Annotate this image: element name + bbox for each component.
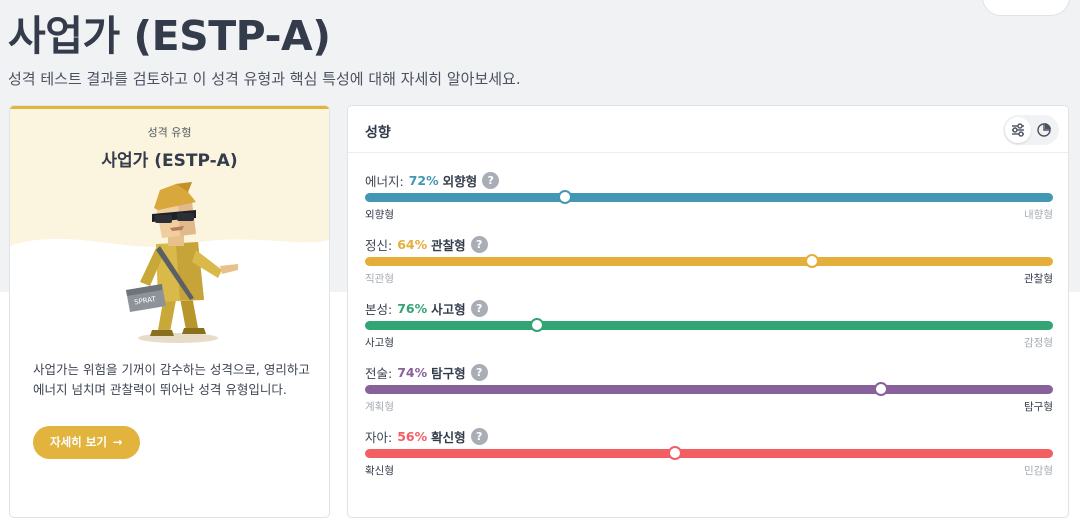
trait-winner: 외향형 <box>442 173 478 189</box>
arrow-right-icon: → <box>112 435 123 449</box>
help-icon[interactable]: ? <box>482 171 500 189</box>
trait-right-label: 감정형 <box>1024 337 1053 349</box>
trait-percent: 72% <box>408 172 439 188</box>
trait-row: 전술: 74% 탐구형? 계획형 탐구형 <box>365 363 1053 419</box>
trait-slider-knob[interactable] <box>805 254 820 268</box>
page-subtitle: 성격 테스트 결과를 검토하고 이 성격 유형과 핵심 특성에 대해 자세히 알… <box>8 70 521 88</box>
type-name: 사업가 (ESTP-A) <box>101 151 238 171</box>
trait-bar <box>365 190 1053 204</box>
trait-row: 에너지: 72% 외향형? 외향형 내향형 <box>365 171 1053 227</box>
type-description: 사업가는 위험을 기꺼이 감수하는 성격으로, 영리하고 에너지 넘치며 관찰력… <box>33 362 310 397</box>
trait-winner: 탐구형 <box>431 365 466 381</box>
traits-card: 성향 에너지: 72% 외향형? 외향형 내향형 정신: 64% 관찰형? 직관형 관찰형 본성: 7… <box>347 105 1069 518</box>
trait-heading: 자아: 56% 확신형? <box>365 427 488 445</box>
trait-heading: 본성: 76% 사고형? <box>365 299 488 317</box>
pie-chart-icon[interactable] <box>1031 117 1057 143</box>
trait-label: 본성: <box>365 301 393 317</box>
trait-bar <box>365 446 1053 460</box>
trait-slider-knob[interactable] <box>874 382 888 396</box>
trait-right-label: 민감형 <box>1024 465 1053 477</box>
trait-slider-knob[interactable] <box>667 446 682 460</box>
traits-title: 성향 <box>365 125 391 141</box>
trait-bar <box>365 382 1053 396</box>
help-icon[interactable]: ? <box>470 235 488 253</box>
trait-percent: 64% <box>397 236 428 252</box>
trait-bar <box>365 254 1053 268</box>
trait-percent: 76% <box>397 300 428 316</box>
header-divider <box>348 152 1068 153</box>
trait-left-label: 사고형 <box>365 337 394 349</box>
page-title: 사업가 (ESTP-A) <box>8 12 331 60</box>
trait-percent: 56% <box>397 428 428 444</box>
trait-right-label: 내향형 <box>1024 209 1053 221</box>
top-right-button[interactable] <box>982 0 1070 16</box>
trait-left-label: 확신형 <box>365 465 394 477</box>
trait-left-label: 외향형 <box>365 209 394 221</box>
trait-label: 자아: <box>365 429 393 445</box>
help-icon[interactable]: ? <box>470 427 488 445</box>
trait-percent: 74% <box>397 364 428 380</box>
trait-row: 본성: 76% 사고형? 사고형 감정형 <box>365 299 1053 355</box>
trait-right-label: 탐구형 <box>1024 401 1053 413</box>
trait-heading: 전술: 74% 탐구형? <box>365 363 488 381</box>
trait-label: 에너지: <box>365 173 404 189</box>
trait-left-label: 직관형 <box>365 273 394 285</box>
trait-label: 전술: <box>365 365 393 381</box>
trait-bar <box>365 318 1053 332</box>
learn-more-label: 자세히 보기 <box>50 435 107 449</box>
view-toggle <box>1003 115 1059 145</box>
trait-slider-knob[interactable] <box>557 190 572 204</box>
trait-row: 정신: 64% 관찰형? 직관형 관찰형 <box>365 235 1053 291</box>
trait-winner: 확신형 <box>431 429 466 445</box>
trait-left-label: 계획형 <box>365 401 394 413</box>
trait-heading: 에너지: 72% 외향형? <box>365 171 500 189</box>
type-label: 성격 유형 <box>147 126 192 139</box>
trait-winner: 관찰형 <box>431 237 466 253</box>
help-icon[interactable]: ? <box>470 363 488 381</box>
trait-label: 정신: <box>365 237 393 253</box>
trait-slider-knob[interactable] <box>530 318 544 332</box>
help-icon[interactable]: ? <box>470 299 488 317</box>
personality-type-card: 성격 유형 사업가 (ESTP-A) SPRAT 사업가는 위험을 기꺼이 감수… <box>9 105 330 518</box>
trait-winner: 사고형 <box>431 301 466 317</box>
sliders-icon[interactable] <box>1005 117 1031 143</box>
trait-right-label: 관찰형 <box>1024 273 1053 285</box>
learn-more-button[interactable]: 자세히 보기 → <box>33 426 140 459</box>
trait-heading: 정신: 64% 관찰형? <box>365 235 488 253</box>
entrepreneur-avatar: SPRAT <box>126 182 238 343</box>
trait-row: 자아: 56% 확신형? 확신형 민감형 <box>365 427 1053 483</box>
